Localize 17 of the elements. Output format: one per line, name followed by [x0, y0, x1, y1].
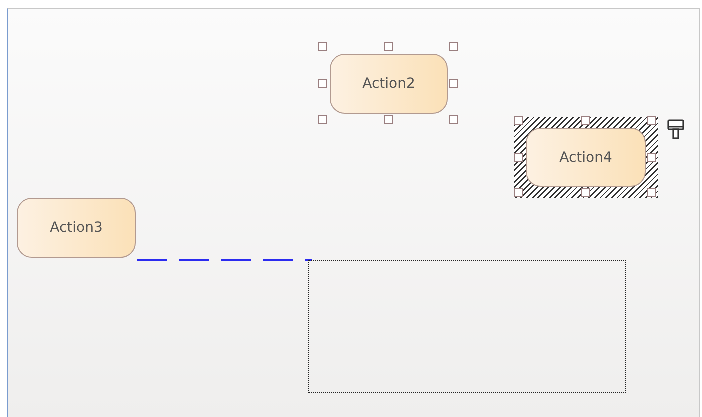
resize-handle[interactable] — [514, 188, 523, 197]
action-node[interactable]: Action3 — [17, 198, 136, 258]
resize-handle[interactable] — [647, 188, 656, 197]
resize-handle[interactable] — [581, 188, 590, 197]
resize-handle[interactable] — [384, 115, 393, 124]
resize-handle[interactable] — [647, 116, 656, 125]
resize-handle[interactable] — [449, 115, 458, 124]
action-node[interactable]: Action2 — [330, 54, 448, 114]
resize-handle[interactable] — [318, 115, 327, 124]
action-node[interactable]: Action4 — [526, 128, 646, 187]
resize-handle[interactable] — [318, 79, 327, 88]
resize-handle[interactable] — [384, 42, 393, 51]
resize-handle[interactable] — [318, 42, 327, 51]
resize-handle[interactable] — [449, 42, 458, 51]
resize-handle[interactable] — [581, 116, 590, 125]
resize-handle[interactable] — [449, 79, 458, 88]
resize-handle[interactable] — [514, 116, 523, 125]
